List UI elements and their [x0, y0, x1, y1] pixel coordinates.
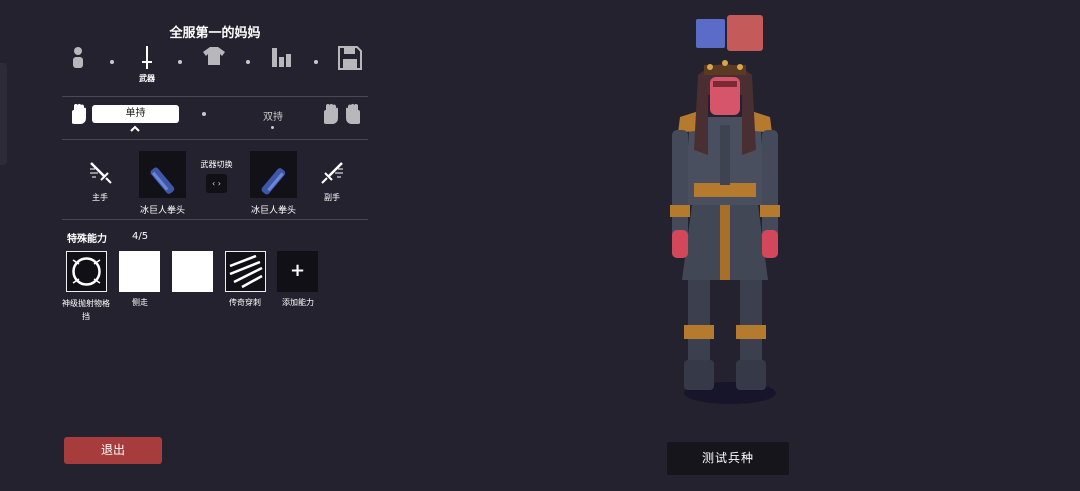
tab-separator — [110, 60, 114, 64]
chevron-up-icon — [130, 125, 140, 132]
add-ability-button[interactable]: + — [277, 251, 318, 292]
grip-separator — [202, 112, 206, 116]
main-hand-weapon-slot[interactable] — [139, 151, 186, 198]
ability-slot-legendary-pierce[interactable] — [225, 251, 266, 292]
dual-hand-icon[interactable] — [322, 103, 362, 125]
category-tabs: 武器 — [60, 46, 370, 90]
off-hand-label: 副手 — [324, 193, 340, 202]
weapon-switch-button[interactable]: ‹ › — [206, 174, 227, 193]
ability-slot-empty[interactable] — [172, 251, 213, 292]
tab-weapon[interactable]: 武器 — [132, 46, 162, 90]
main-hand-sword-icon — [90, 162, 112, 184]
exit-button[interactable]: 退出 — [64, 437, 162, 464]
team-red-button[interactable] — [727, 15, 763, 51]
ability-label: 添加能力 — [282, 298, 314, 307]
ability-label: 传奇穿刺 — [229, 298, 261, 307]
unit-character-preview[interactable] — [650, 55, 800, 407]
side-panel-tab[interactable] — [0, 63, 7, 165]
tab-save[interactable] — [335, 46, 365, 90]
pierce-icon — [229, 254, 263, 289]
bar-chart-icon — [272, 48, 291, 67]
save-icon — [338, 46, 362, 70]
person-icon — [73, 47, 83, 68]
tab-body[interactable] — [63, 46, 93, 90]
main-hand-label: 主手 — [92, 193, 108, 202]
ability-slot-projectile-block[interactable] — [66, 251, 107, 292]
unit-title: 全服第一的妈妈 — [169, 26, 261, 41]
ability-slot-sidestep[interactable] — [119, 251, 160, 292]
tab-separator — [314, 60, 318, 64]
grip-dual-indicator — [271, 126, 274, 129]
abilities-header: 特殊能力 — [67, 234, 107, 245]
tab-separator — [178, 60, 182, 64]
ability-label: 神级抛射物格挡 — [62, 299, 110, 321]
tab-clothing[interactable] — [199, 46, 229, 90]
projectile-block-icon — [72, 257, 101, 286]
weapon-switch-label: 武器切换 — [200, 160, 233, 169]
ice-fist-icon — [150, 167, 175, 194]
tab-stats[interactable] — [267, 46, 297, 90]
divider — [62, 219, 368, 220]
main-hand-weapon-name: 冰巨人拳头 — [139, 206, 185, 216]
tab-separator — [246, 60, 250, 64]
ice-fist-icon — [261, 168, 286, 195]
off-hand-weapon-slot[interactable] — [250, 151, 297, 198]
single-hand-icon[interactable] — [68, 103, 90, 125]
off-hand-weapon-name: 冰巨人拳头 — [250, 206, 296, 216]
tab-weapon-label: 武器 — [139, 74, 155, 83]
divider — [62, 139, 368, 140]
grip-dual-button[interactable]: 双持 — [245, 108, 301, 123]
grip-single-button[interactable]: 单持 — [92, 105, 179, 123]
team-blue-button[interactable] — [696, 19, 725, 48]
ability-label: 侧走 — [132, 298, 148, 307]
shirt-icon — [203, 47, 225, 65]
divider — [62, 96, 368, 97]
abilities-count: 4/5 — [132, 231, 149, 242]
off-hand-sword-icon — [321, 162, 343, 184]
sword-icon — [142, 46, 152, 69]
test-unit-button[interactable]: 测试兵种 — [667, 442, 789, 475]
